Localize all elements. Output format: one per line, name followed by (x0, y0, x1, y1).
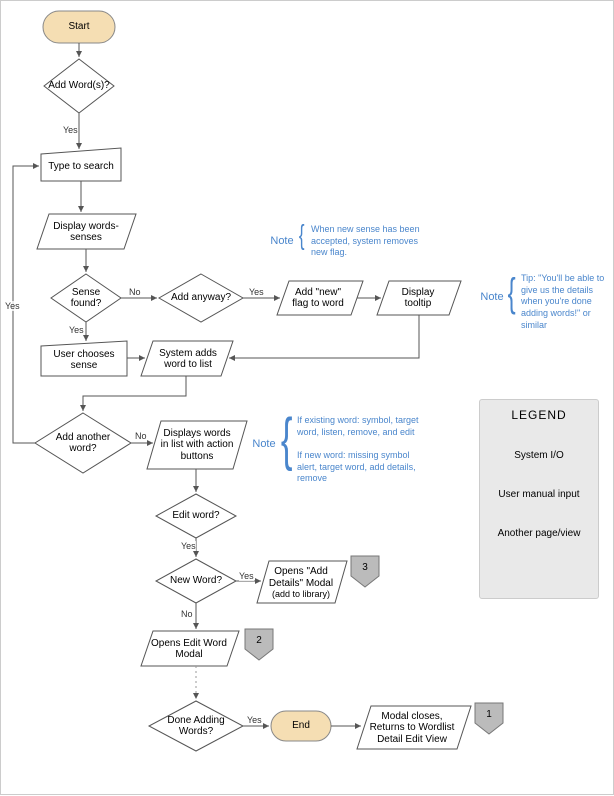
legend-item-1: System I/O (514, 450, 563, 461)
edge-addanother-yes: Yes (5, 301, 20, 311)
edge-editword-yes: Yes (181, 541, 196, 551)
brace-icon: { (281, 411, 293, 469)
newword-label: New Word? (170, 575, 222, 587)
systemadds-label: System adds word to list (153, 348, 223, 371)
edge-newword-no: No (181, 609, 193, 619)
opensadd-sublabel: (add to library) (272, 589, 330, 599)
sensefound-label: Sense found? (59, 287, 113, 310)
typesearch-label: Type to search (48, 161, 114, 173)
note1-text: When new sense has been accepted, system… (311, 224, 421, 259)
legend: LEGEND System I/O User manual input Anot… (479, 399, 599, 599)
node-sensefound: Sense found? (55, 281, 117, 315)
note1-label: Note (267, 231, 297, 251)
node-doneadding: Done Adding Words? (155, 711, 237, 741)
edge-addanother-no: No (135, 431, 147, 441)
offpage1-label: 1 (486, 709, 492, 721)
offpage3-label: 3 (362, 562, 368, 574)
node-systemadds: System adds word to list (149, 344, 227, 374)
edge-addwords-yes: Yes (63, 125, 78, 135)
note2-label: Note (477, 287, 507, 307)
node-offpage2: 2 (245, 629, 273, 653)
flowchart-canvas: Start Add Word(s)? Type to search Displa… (0, 0, 614, 795)
note2-text: Tip: "You'll be able to give us the deta… (521, 273, 611, 331)
edge-newword-yes: Yes (239, 571, 254, 581)
legend-item-3: Another page/view (498, 528, 581, 539)
node-displaylist: Displays words in list with action butto… (156, 423, 238, 467)
openedit-label: Opens Edit Word Modal (151, 638, 227, 661)
node-end: End (271, 711, 331, 741)
offpage2-label: 2 (256, 635, 262, 647)
edge-sensefound-no: No (129, 287, 141, 297)
tooltip-label: Display tooltip (387, 287, 449, 310)
editword-label: Edit word? (172, 510, 219, 522)
addanother-label: Add another word? (47, 432, 119, 455)
doneadding-label: Done Adding Words? (159, 715, 233, 738)
node-addwords: Add Word(s)? (44, 65, 114, 107)
addanyway-label: Add anyway? (171, 292, 231, 304)
node-addanyway: Add anyway? (165, 285, 237, 311)
userchoose-label: User chooses sense (47, 349, 121, 372)
node-editword: Edit word? (161, 504, 231, 528)
end-label: End (292, 720, 310, 732)
note3-text: If existing word: symbol, target word, l… (297, 415, 427, 485)
addwords-label: Add Word(s)? (48, 80, 110, 92)
node-offpage3: 3 (351, 556, 379, 580)
legend-item-2: User manual input (498, 489, 579, 500)
opensadd-label: Opens "Add Details" Modal (265, 566, 337, 589)
displayws-label: Display words-senses (47, 221, 125, 244)
edge-sensefound-yes: Yes (69, 325, 84, 335)
edge-addanyway-yes: Yes (249, 287, 264, 297)
node-modalcloses: Modal closes, Returns to Wordlist Detail… (363, 707, 461, 749)
node-offpage1: 1 (475, 703, 503, 727)
node-displayws: Display words-senses (43, 216, 129, 248)
brace-icon: { (508, 273, 516, 313)
modalcloses-label: Modal closes, Returns to Wordlist Detail… (367, 711, 457, 746)
note3-label: Note (249, 434, 279, 454)
node-userchoose: User chooses sense (43, 345, 125, 375)
node-start: Start (43, 11, 115, 43)
node-addanother: Add another word? (43, 427, 123, 459)
displaylist-label: Displays words in list with action butto… (160, 428, 234, 463)
node-typesearch: Type to search (41, 153, 121, 181)
node-openedit: Opens Edit Word Modal (147, 633, 231, 665)
node-opensadd: Opens "Add Details" Modal (add to librar… (261, 563, 341, 603)
node-tooltip: Display tooltip (383, 285, 453, 311)
node-addnewflag: Add "new" flag to word (283, 283, 353, 313)
start-label: Start (68, 21, 89, 33)
brace-icon: { (299, 221, 305, 249)
legend-title: LEGEND (492, 408, 586, 422)
node-newword: New Word? (161, 569, 231, 593)
addnewflag-label: Add "new" flag to word (287, 287, 349, 310)
edge-doneadding-yes: Yes (247, 715, 262, 725)
